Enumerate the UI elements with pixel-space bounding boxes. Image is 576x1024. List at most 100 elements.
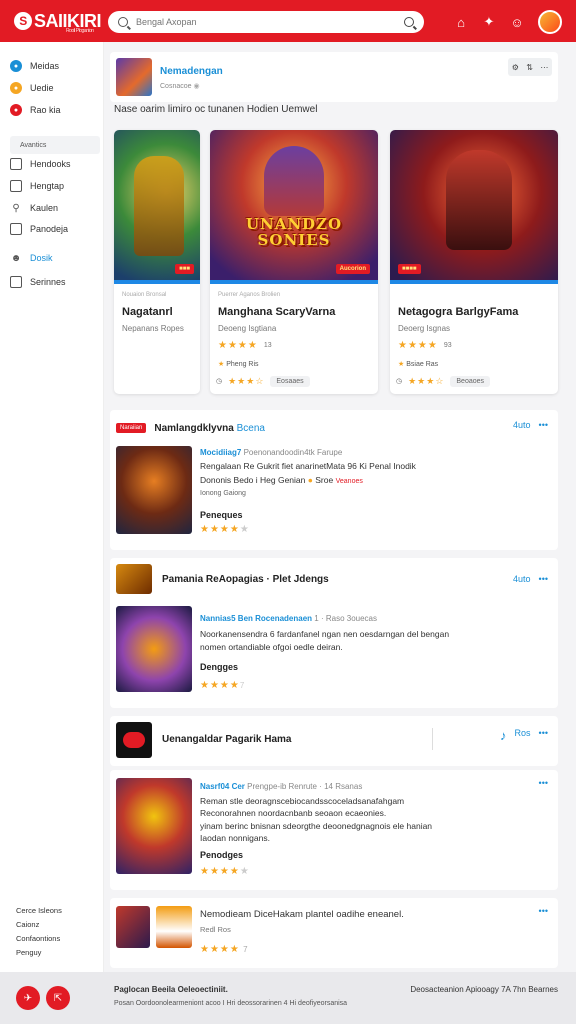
row-title: Uenangaldar Pagarik Hama <box>162 734 292 745</box>
game-meta: Nouaion Bronsal <box>122 292 167 298</box>
channel-thumbnail[interactable] <box>116 58 152 96</box>
row-avatar[interactable] <box>116 722 152 758</box>
sidebar-footer-link[interactable]: Cerce Isleons <box>16 904 62 918</box>
row-description: Redl Ros <box>200 925 231 934</box>
row-header: Naraiian Namlangdklyvna Bcena <box>116 420 552 436</box>
list-item[interactable]: ••• Nasrf04 Cer Prengpe-ib Renrute · 14 … <box>110 770 558 890</box>
progress-bar <box>390 280 558 284</box>
game-card[interactable]: UNANDZO SONIES Aucorion Puerrer Aganos B… <box>210 130 378 394</box>
more-icon[interactable]: ••• <box>539 420 548 430</box>
top-icons: ⌂ ✦ ☺ <box>454 10 562 34</box>
users-icon: ☻ <box>10 252 22 264</box>
bottom-bar: ✈ ⇱ Paglocan Beeila Oeleoectiniit. Posan… <box>0 972 576 1024</box>
row-thumbnail-2[interactable] <box>156 906 192 948</box>
book-icon <box>10 158 22 170</box>
sidebar-footer-link[interactable]: Caionz <box>16 918 62 932</box>
row-meta: Mocidiiag7 Poenonandoodin4tk Farupe <box>200 448 343 457</box>
game-card[interactable]: ■■■■ Netagogra BarlgyFama Deoerg Isgnas … <box>390 130 558 394</box>
sidebar-item-label: Serinnes <box>30 277 66 287</box>
game-tag: ★ Pheng Ris <box>218 361 259 368</box>
game-badge: ■■■ <box>175 264 194 274</box>
wand-icon: ⚲ <box>12 202 20 214</box>
rating-stars: ★★★★7 <box>200 680 246 691</box>
bolt-icon[interactable]: ✦ <box>482 14 496 29</box>
settings-icon[interactable]: ⚙ <box>512 63 519 72</box>
row-thumbnail[interactable] <box>116 446 192 534</box>
share-icon[interactable]: ⇅ <box>526 63 533 72</box>
row-thumbnail[interactable] <box>116 778 192 874</box>
game-pill[interactable]: Beoaoes <box>450 375 491 387</box>
game-subtitle: Deoerg Isgnas <box>398 324 451 333</box>
more-icon[interactable]: ⋯ <box>540 63 548 72</box>
row-title: Nemodieam DiceHakam plantel oadihe enean… <box>200 909 404 920</box>
row-meta: Nasrf04 Cer Prengpe-ib Renrute · 14 Rsan… <box>200 782 363 791</box>
progress-bar <box>210 280 378 284</box>
list-item[interactable]: Naraiian Namlangdklyvna Bcena 4uto ••• Mo… <box>110 410 558 550</box>
list-item[interactable]: Pamania ReAopagias · Plet Jdengs 4uto •••… <box>110 558 558 708</box>
row-more[interactable]: 4uto ••• <box>513 420 548 430</box>
row-description-2: nomen ortandiable ofgoi oedle deiran. <box>200 642 343 652</box>
sidebar-footer-link[interactable]: Penguy <box>16 946 62 960</box>
row-thumbnail[interactable] <box>116 606 192 692</box>
game-pill[interactable]: Eosaaes <box>270 375 310 387</box>
sidebar-item-hengtap[interactable]: Hengtap <box>10 176 100 196</box>
sidebar-footer: Cerce Isleons Caionz Confaontions Penguy <box>16 904 62 960</box>
more-icon[interactable]: ••• <box>539 574 548 584</box>
more-icon[interactable]: ••• <box>539 728 548 743</box>
twitter-icon[interactable]: ✈ <box>16 986 40 1010</box>
user-avatar[interactable] <box>538 10 562 34</box>
row-thumbnail[interactable] <box>116 906 150 948</box>
sidebar-item-rao-kia[interactable]: ● Rao kia <box>10 100 100 120</box>
message-icon[interactable]: ☺ <box>510 15 524 30</box>
sidebar-item-uedie[interactable]: ● Uedie <box>10 78 100 98</box>
sidebar-item-label: Rao kia <box>30 105 61 115</box>
app-logo[interactable]: S SAIIKIRI Rooli Ploganion <box>14 8 102 34</box>
featured-heading: Nase oarim limiro oc tunanen Hodien Uemw… <box>114 104 318 115</box>
row-description-4: Iaodan nonnigans. <box>200 833 270 843</box>
rating-stars: ★★★☆ <box>228 375 265 386</box>
search-submit-icon[interactable] <box>404 17 414 27</box>
game-name: Manghana ScaryVarna <box>218 306 336 318</box>
clock-icon: ◷ <box>396 378 403 385</box>
search-bar[interactable] <box>108 11 424 33</box>
game-art: UNANDZO SONIES Aucorion <box>210 130 378 284</box>
globe-icon: ◉ <box>193 83 200 90</box>
game-badge: Aucorion <box>335 264 370 274</box>
game-subtitle: Nepanans Ropes <box>122 324 184 333</box>
circle-icon: ● <box>10 60 22 72</box>
search-input[interactable] <box>136 17 404 27</box>
row-more[interactable]: ♪ Ros ••• <box>500 728 548 743</box>
progress-bar <box>114 280 200 284</box>
clock-icon: ◷ <box>216 378 223 385</box>
game-rating: ★★★★ 13 <box>218 340 272 351</box>
sidebar-item-label: Panodeja <box>30 224 69 234</box>
document-icon <box>10 223 22 235</box>
share-icon[interactable]: ⇱ <box>46 986 70 1010</box>
channel-title[interactable]: Nemadengan <box>160 66 223 77</box>
row-title: Pamania ReAopagias · Plet Jdengs <box>162 574 329 585</box>
sidebar-item-dosik[interactable]: ☻ Dosik <box>10 248 100 268</box>
sidebar-item-panodeja[interactable]: Panodeja <box>10 219 100 239</box>
row-description-2: Dononis Bedo i Heg Genian ● Sroe Veanoes <box>200 475 363 485</box>
sidebar-item-meidas[interactable]: ● Meidas <box>10 56 100 76</box>
list-item[interactable]: Uenangaldar Pagarik Hama ♪ Ros ••• <box>110 716 558 766</box>
sidebar-item-hendooks[interactable]: Hendooks <box>10 154 100 174</box>
row-more[interactable]: ••• <box>539 778 548 788</box>
rating-stars: ★★★★★ <box>200 524 250 535</box>
sidebar-section: Avantics <box>10 136 100 154</box>
logo-icon <box>123 732 145 748</box>
sidebar-footer-link[interactable]: Confaontions <box>16 932 62 946</box>
list-item[interactable]: ••• Nemodieam DiceHakam plantel oadihe e… <box>110 898 558 968</box>
game-rating: ★★★★ 93 <box>398 340 452 351</box>
game-name: Netagogra BarlgyFama <box>398 306 519 318</box>
sidebar-item-serinnes[interactable]: Serinnes <box>10 272 100 292</box>
game-card[interactable]: ■■■ Nouaion Bronsal Nagatanrl Nepanans R… <box>114 130 200 394</box>
more-icon[interactable]: ••• <box>539 778 548 788</box>
sidebar-item-kaulen[interactable]: ⚲ Kaulen <box>10 198 100 218</box>
game-footer: ◷ ★★★☆ Eosaaes <box>216 374 310 388</box>
link-icon[interactable]: ♪ <box>500 728 507 743</box>
row-avatar[interactable] <box>116 564 152 594</box>
sidebar-item-label: Hengtap <box>30 181 65 191</box>
home-icon[interactable]: ⌂ <box>454 15 468 30</box>
row-more[interactable]: 4uto ••• <box>513 574 548 584</box>
